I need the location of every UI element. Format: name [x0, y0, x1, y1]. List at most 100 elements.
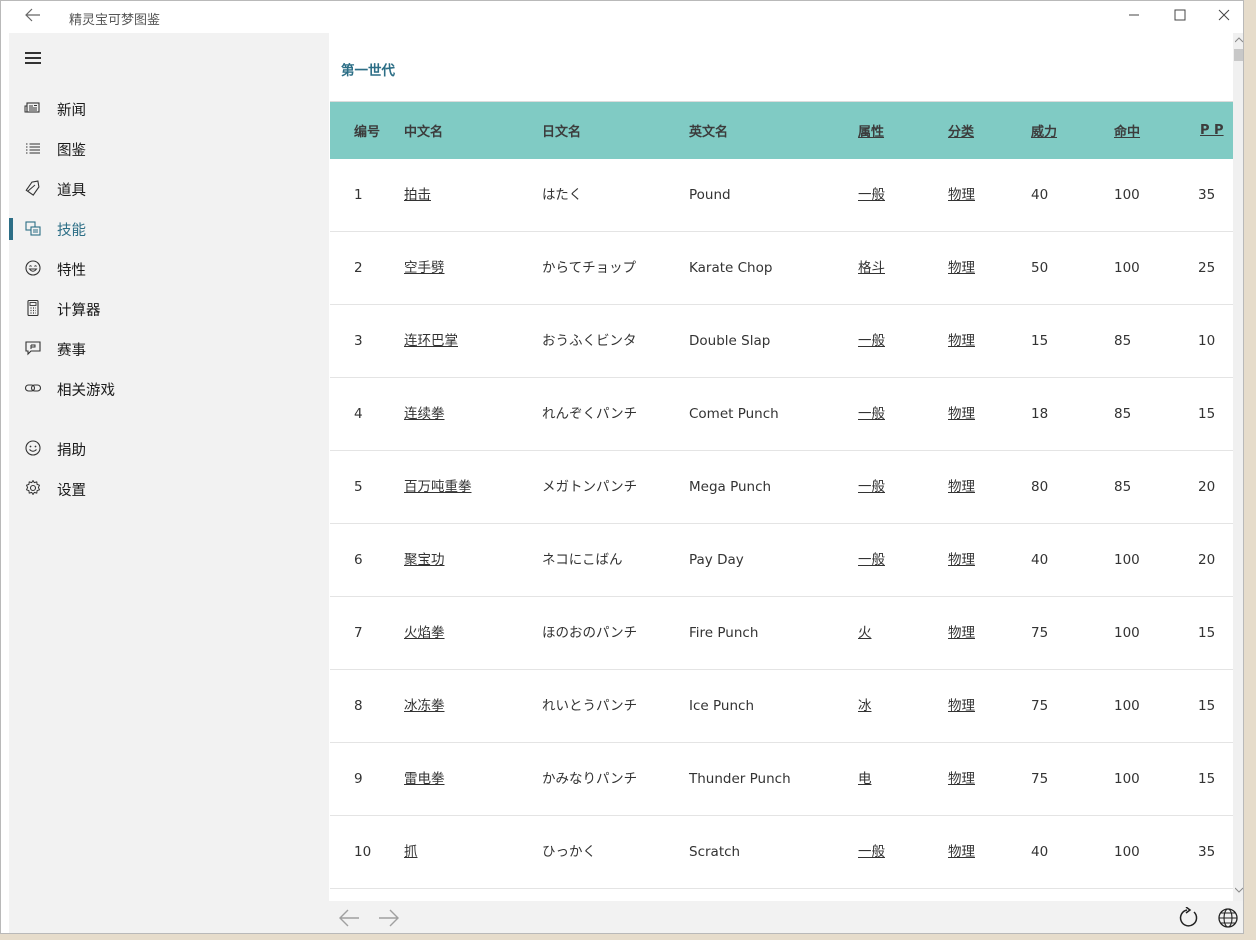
type-link[interactable]: 一般: [858, 333, 885, 349]
cell-type: 一般: [858, 159, 948, 232]
category-link[interactable]: 物理: [948, 552, 975, 568]
minimize-button[interactable]: [1111, 1, 1157, 33]
link-icon: [23, 378, 43, 398]
cell-accuracy: 100: [1114, 669, 1198, 743]
move-link[interactable]: 抓: [404, 844, 418, 860]
category-link[interactable]: 物理: [948, 698, 975, 714]
sidebar-item-news[interactable]: 新闻: [9, 88, 329, 128]
cell-pp: 20: [1198, 450, 1233, 524]
cell-no: 10: [330, 815, 404, 889]
type-link[interactable]: 一般: [858, 552, 885, 568]
category-link[interactable]: 物理: [948, 771, 975, 787]
sidebar-item-label: 图鉴: [57, 143, 86, 159]
sidebar-item-donate[interactable]: 捐助: [9, 428, 329, 468]
category-link[interactable]: 物理: [948, 406, 975, 422]
maximize-button[interactable]: [1157, 1, 1203, 33]
refresh-icon[interactable]: [1177, 906, 1201, 929]
type-link[interactable]: 一般: [858, 187, 885, 203]
cell-power: 40: [1031, 159, 1114, 232]
table-row: 2 空手劈 からてチョップ Karate Chop 格斗 物理 50 100 2…: [330, 231, 1233, 305]
cell-accuracy: 100: [1114, 159, 1198, 232]
type-link[interactable]: 一般: [858, 406, 885, 422]
cell-no: 4: [330, 377, 404, 451]
cell-jp-name: からてチョップ: [542, 231, 689, 305]
sidebar-item-related-games[interactable]: 相关游戏: [9, 368, 329, 408]
cell-no: 1: [330, 159, 404, 232]
cell-power: 75: [1031, 596, 1114, 670]
sidebar-item-calculator[interactable]: 计算器: [9, 288, 329, 328]
cell-accuracy: 100: [1114, 596, 1198, 670]
cell-pp: 25: [1198, 231, 1233, 305]
category-link[interactable]: 物理: [948, 479, 975, 495]
category-link[interactable]: 物理: [948, 333, 975, 349]
back-arrow-icon[interactable]: [337, 907, 361, 929]
close-button[interactable]: [1201, 1, 1243, 33]
header-category[interactable]: 分类: [948, 101, 1031, 159]
type-link[interactable]: 一般: [858, 844, 885, 860]
scroll-up-icon[interactable]: [1233, 35, 1243, 47]
category-link[interactable]: 物理: [948, 844, 975, 860]
vertical-scrollbar[interactable]: [1233, 33, 1243, 901]
sidebar-item-label: 新闻: [57, 103, 86, 119]
cell-category: 物理: [948, 523, 1031, 597]
cell-category: 物理: [948, 742, 1031, 816]
sidebar-item-settings[interactable]: 设置: [9, 468, 329, 508]
sidebar-item-items[interactable]: 道具: [9, 168, 329, 208]
move-link[interactable]: 雷电拳: [404, 771, 445, 787]
header-accuracy[interactable]: 命中: [1114, 101, 1198, 159]
hamburger-menu-button[interactable]: [23, 47, 45, 69]
move-link[interactable]: 火焰拳: [404, 625, 445, 641]
cell-type: 火: [858, 596, 948, 670]
sidebar-item-events[interactable]: 赛事: [9, 328, 329, 368]
move-link[interactable]: 冰冻拳: [404, 698, 445, 714]
move-link[interactable]: 空手劈: [404, 260, 445, 276]
move-link[interactable]: 连续拳: [404, 406, 445, 422]
header-type[interactable]: 属性: [858, 101, 948, 159]
globe-icon[interactable]: [1216, 907, 1240, 929]
scrollbar-thumb[interactable]: [1234, 49, 1243, 61]
move-link[interactable]: 百万吨重拳: [404, 479, 472, 495]
cell-category: 物理: [948, 304, 1031, 378]
cell-power: 18: [1031, 377, 1114, 451]
cell-pp: 15: [1198, 669, 1233, 743]
list-icon: [23, 138, 43, 158]
header-power[interactable]: 威力: [1031, 101, 1114, 159]
sidebar-item-abilities[interactable]: 特性: [9, 248, 329, 288]
type-link[interactable]: 电: [858, 771, 872, 787]
type-link[interactable]: 火: [858, 625, 872, 641]
category-link[interactable]: 物理: [948, 187, 975, 203]
sidebar-item-pokedex[interactable]: 图鉴: [9, 128, 329, 168]
header-no: 编号: [330, 101, 404, 159]
move-link[interactable]: 拍击: [404, 187, 431, 203]
sidebar-item-label: 捐助: [57, 443, 86, 459]
cell-jp-name: メガトンパンチ: [542, 450, 689, 524]
header-cn-name: 中文名: [404, 101, 542, 159]
sidebar-item-label: 计算器: [57, 303, 101, 319]
move-link[interactable]: 聚宝功: [404, 552, 445, 568]
cell-type: 冰: [858, 669, 948, 743]
category-link[interactable]: 物理: [948, 625, 975, 641]
table-row: 5 百万吨重拳 メガトンパンチ Mega Punch 一般 物理 80 85 2…: [330, 450, 1233, 524]
type-link[interactable]: 一般: [858, 479, 885, 495]
type-link[interactable]: 冰: [858, 698, 872, 714]
calculator-icon: [23, 298, 43, 318]
sidebar-item-moves[interactable]: 技能: [9, 208, 329, 248]
scroll-down-icon[interactable]: [1233, 885, 1243, 897]
section-title: 第一世代: [341, 63, 395, 79]
back-arrow-icon[interactable]: [19, 7, 47, 27]
cell-en-name: Pound: [689, 159, 858, 232]
cell-cn-name: 冰冻拳: [404, 669, 542, 743]
cell-en-name: Pay Day: [689, 523, 858, 597]
cell-pp: 15: [1198, 377, 1233, 451]
table-row: 9 雷电拳 かみなりパンチ Thunder Punch 电 物理 75 100 …: [330, 742, 1233, 816]
type-link[interactable]: 格斗: [858, 260, 885, 276]
skill-icon: [23, 218, 43, 238]
table-row: 10 抓 ひっかく Scratch 一般 物理 40 100 35: [330, 815, 1233, 889]
forward-arrow-icon[interactable]: [377, 907, 401, 929]
category-link[interactable]: 物理: [948, 260, 975, 276]
title-bar: 精灵宝可梦图鉴: [1, 1, 1243, 33]
cell-type: 电: [858, 742, 948, 816]
move-link[interactable]: 连环巴掌: [404, 333, 458, 349]
table-header-row: 编号 中文名 日文名 英文名 属性 分类 威力 命中 P P: [330, 101, 1233, 159]
header-pp[interactable]: P P: [1198, 101, 1233, 159]
